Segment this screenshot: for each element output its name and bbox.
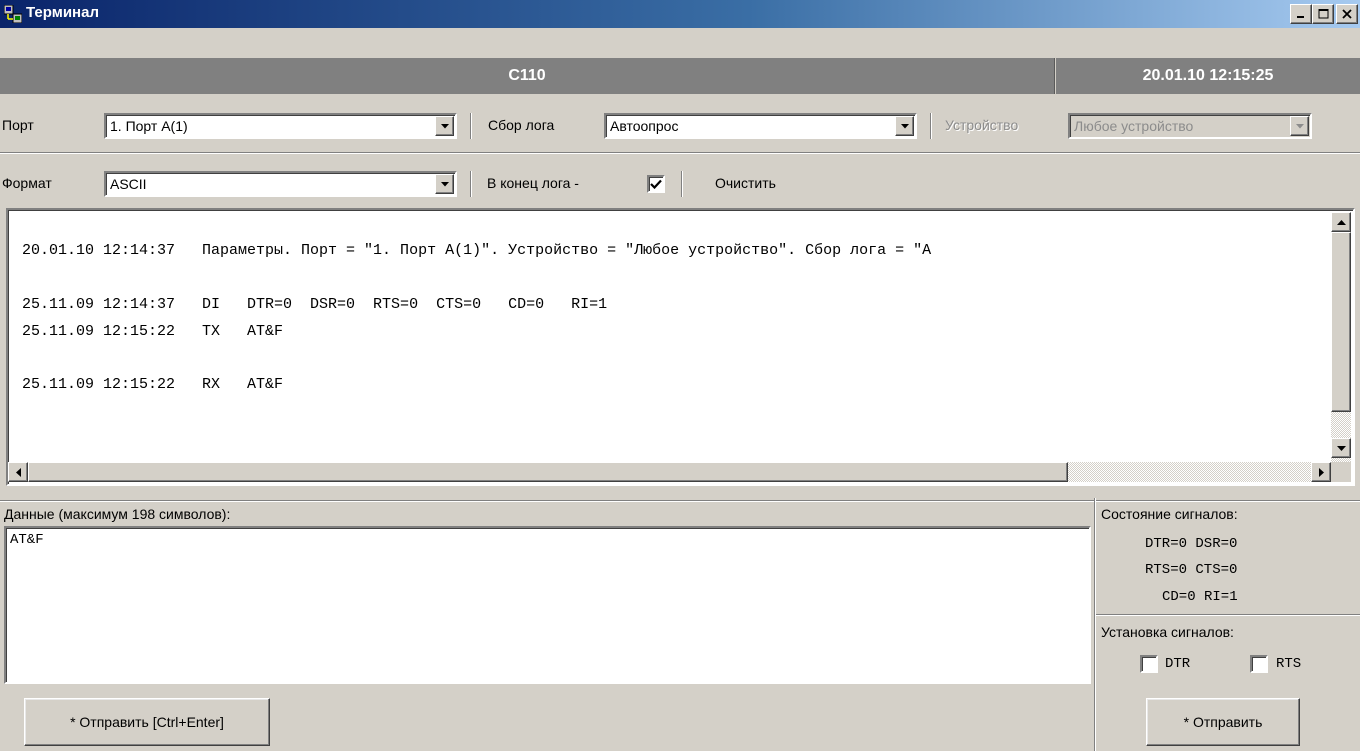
dtr-label: DTR	[1165, 656, 1191, 672]
separator	[930, 113, 932, 139]
send-signals-button[interactable]: * Отправить	[1146, 698, 1300, 746]
datetime-header: 20.01.10 12:15:25	[1056, 58, 1360, 94]
device-select-value: Любое устройство	[1074, 118, 1194, 134]
log-line: 25.11.09 12:15:22 TX AT&F	[22, 323, 284, 340]
arrow-down-icon	[1336, 445, 1346, 451]
data-label: Данные (максимум 198 символов):	[4, 506, 231, 522]
horizontal-scroll-thumb[interactable]	[28, 462, 1068, 482]
send-data-button[interactable]: * Отправить [Ctrl+Enter]	[24, 698, 270, 746]
log-line: 25.11.09 12:14:37 DI DTR=0 DSR=0 RTS=0 C…	[22, 296, 608, 313]
format-label: Формат	[2, 175, 52, 191]
data-input-value: AT&F	[10, 532, 44, 548]
log-line: 25.11.09 12:15:22 RX AT&F	[22, 376, 284, 393]
separator	[470, 113, 472, 139]
port-select-value: 1. Порт A(1)	[110, 118, 188, 134]
divider	[1094, 498, 1096, 751]
chevron-down-icon[interactable]	[435, 116, 454, 136]
close-button[interactable]	[1336, 4, 1358, 24]
minimize-button[interactable]	[1290, 4, 1312, 24]
signal-state-line: DTR=0 DSR=0	[1145, 536, 1238, 552]
vertical-scroll-thumb[interactable]	[1331, 232, 1351, 412]
scroll-up-button[interactable]	[1331, 212, 1351, 232]
chevron-down-icon[interactable]	[895, 116, 914, 136]
separator	[681, 171, 683, 197]
log-collection-select[interactable]: Автоопрос	[604, 113, 917, 139]
maximize-button[interactable]	[1312, 4, 1334, 24]
scroll-left-button[interactable]	[8, 462, 28, 482]
signal-state-label: Состояние сигналов:	[1101, 506, 1238, 522]
log-output[interactable]: 20.01.10 12:14:37 Параметры. Порт = "1. …	[6, 208, 1355, 486]
port-select[interactable]: 1. Порт A(1)	[104, 113, 457, 139]
data-input[interactable]: AT&F	[4, 526, 1091, 684]
close-icon	[1342, 9, 1352, 19]
divider	[1096, 500, 1360, 502]
device-select[interactable]: Любое устройство	[1068, 113, 1312, 139]
log-collection-label: Сбор лога	[488, 117, 555, 133]
arrow-up-icon	[1336, 219, 1346, 225]
checkmark-icon	[650, 179, 662, 189]
chevron-down-icon[interactable]	[435, 174, 454, 194]
minimize-icon	[1297, 16, 1304, 18]
title-bar[interactable]	[0, 0, 1360, 28]
arrow-left-icon	[15, 467, 21, 477]
window-title: Терминал	[26, 4, 99, 21]
divider	[0, 152, 1360, 154]
scrollbar-corner	[1331, 462, 1351, 482]
clear-button[interactable]: Очистить	[715, 175, 776, 191]
log-collection-value: Автоопрос	[610, 118, 679, 134]
format-select[interactable]: ASCII	[104, 171, 457, 197]
scroll-down-button[interactable]	[1331, 438, 1351, 458]
append-to-log-checkbox[interactable]	[647, 175, 665, 193]
separator	[470, 171, 472, 197]
arrow-right-icon	[1318, 467, 1324, 477]
log-line: 20.01.10 12:14:37 Параметры. Порт = "1. …	[22, 242, 932, 259]
format-select-value: ASCII	[110, 176, 147, 192]
port-label: Порт	[2, 117, 34, 133]
rts-checkbox[interactable]	[1250, 655, 1268, 673]
append-to-log-label: В конец лога -	[487, 175, 579, 191]
rts-label: RTS	[1276, 656, 1302, 672]
chevron-down-icon[interactable]	[1290, 116, 1309, 136]
signal-set-label: Установка сигналов:	[1101, 624, 1234, 640]
signal-state-line: RTS=0 CTS=0	[1145, 562, 1238, 578]
divider	[0, 500, 1094, 502]
device-label: Устройство	[945, 117, 1019, 133]
signal-state-line: CD=0 RI=1	[1162, 589, 1238, 605]
maximize-icon	[1318, 9, 1328, 19]
network-terminal-icon	[3, 4, 23, 24]
dtr-checkbox[interactable]	[1140, 655, 1158, 673]
divider	[1096, 614, 1360, 616]
device-name-header: C110	[0, 58, 1055, 94]
scroll-right-button[interactable]	[1311, 462, 1331, 482]
